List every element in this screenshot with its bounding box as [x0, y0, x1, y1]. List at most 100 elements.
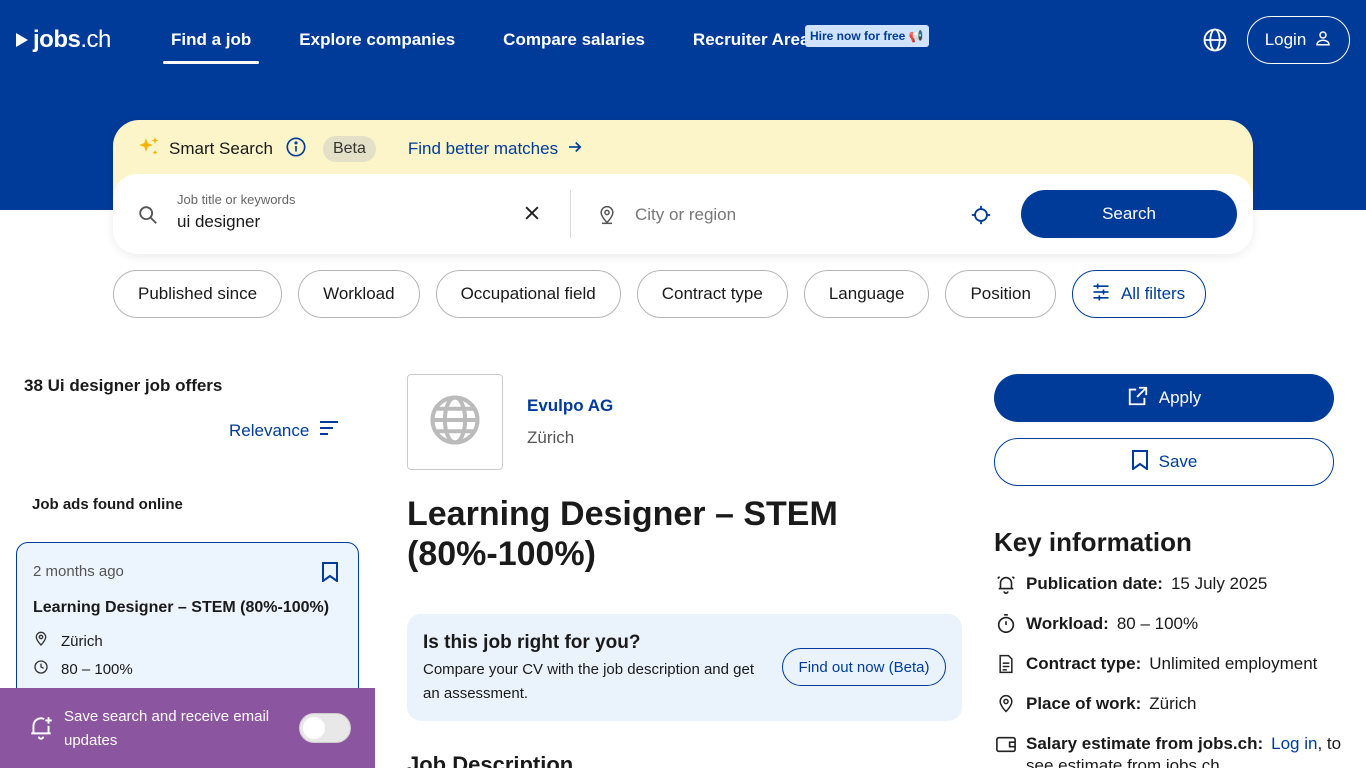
nav-compare-salaries[interactable]: Compare salaries: [495, 16, 653, 64]
workload-value: 80 – 100%: [1116, 614, 1199, 633]
fit-text: Compare your CV with the job description…: [423, 661, 755, 702]
filter-workload[interactable]: Workload: [298, 270, 420, 318]
login-label: Login: [1264, 30, 1307, 49]
email-updates-toggle[interactable]: [299, 713, 351, 743]
job-fit-box: Is this job right for you? Compare your …: [407, 614, 962, 721]
keyword-field-label: Job title or keywords: [177, 192, 296, 207]
search-divider: [570, 190, 571, 238]
results-count: 38 Ui designer job offers: [24, 376, 223, 395]
salary-more-text: see estimate from jobs.ch: [1026, 756, 1220, 768]
smart-search-label: Smart Search: [169, 139, 273, 158]
contract-label: Contract type:: [1026, 654, 1142, 673]
salary-suffix: , to: [1317, 734, 1342, 753]
find-better-matches-link[interactable]: Find better matches: [408, 138, 584, 161]
city-input[interactable]: City or region: [635, 205, 736, 225]
play-icon: [16, 33, 28, 47]
beta-badge: Beta: [322, 136, 376, 162]
user-icon: [1314, 29, 1332, 52]
search-icon: [137, 204, 159, 231]
save-label: Save: [1158, 452, 1198, 471]
search-button[interactable]: Search: [1021, 190, 1237, 238]
filter-position[interactable]: Position: [945, 270, 1056, 318]
workload-label: Workload:: [1026, 614, 1109, 633]
sort-relevance-button[interactable]: Relevance: [229, 420, 339, 441]
locate-me-icon[interactable]: [970, 204, 992, 231]
clear-icon[interactable]: [522, 203, 542, 228]
bell-icon: [994, 572, 1018, 596]
sparkle-icon: [137, 135, 161, 164]
posted-time: 2 months ago: [33, 563, 124, 580]
job-title: Learning Designer – STEM (80%-100%): [407, 495, 838, 573]
filter-occupational-field[interactable]: Occupational field: [435, 270, 621, 318]
language-globe-icon[interactable]: [1201, 26, 1229, 54]
find-better-label: Find better matches: [407, 139, 559, 158]
pin-icon: [33, 631, 49, 651]
key-info-salary: Salary estimate from jobs.ch: Log in, to: [994, 732, 1341, 756]
stopwatch-icon: [994, 612, 1018, 636]
salary-label: Salary estimate from jobs.ch:: [1026, 734, 1264, 753]
nav-recruiter-area[interactable]: Recruiter Area: [685, 16, 818, 64]
key-info-publication: Publication date: 15 July 2025: [994, 572, 1267, 596]
logo-suffix-text: .ch: [80, 26, 111, 53]
fit-heading: Is this job right for you?: [423, 632, 641, 653]
company-logo: [407, 374, 503, 470]
job-card-workload-row: 80 – 100%: [33, 659, 133, 679]
all-filters-button[interactable]: All filters: [1071, 270, 1207, 318]
save-button[interactable]: Save: [994, 438, 1334, 486]
search-card: Smart Search Beta Find better matches Jo…: [113, 120, 1253, 254]
place-label: Place of work:: [1026, 694, 1142, 713]
job-card-workload: 80 – 100%: [61, 660, 133, 678]
nav-explore-companies[interactable]: Explore companies: [291, 16, 463, 64]
bookmark-icon: [1131, 449, 1149, 475]
save-search-text: Save search and receive email updates: [64, 708, 270, 749]
find-out-now-button[interactable]: Find out now (Beta): [782, 648, 946, 686]
key-info-place: Place of work: Zürich: [994, 692, 1197, 716]
location-pin-icon: [597, 204, 617, 231]
login-button[interactable]: Login: [1247, 16, 1350, 64]
publication-value: 15 July 2025: [1170, 574, 1268, 593]
all-filters-label: All filters: [1120, 284, 1186, 303]
info-icon[interactable]: [285, 136, 307, 163]
sliders-icon: [1091, 282, 1111, 307]
apply-button[interactable]: Apply: [994, 374, 1334, 422]
section-label: Job ads found online: [32, 496, 183, 513]
main-nav: Find a job Explore companies Compare sal…: [163, 16, 849, 64]
clock-icon: [33, 659, 49, 679]
nav-find-a-job[interactable]: Find a job: [163, 16, 260, 64]
search-bar: Job title or keywords ui designer City o…: [113, 174, 1253, 254]
job-card-title: Learning Designer – STEM (80%-100%): [33, 599, 330, 616]
arrow-right-icon: [566, 138, 584, 161]
pin-icon: [994, 692, 1018, 716]
apply-label: Apply: [1158, 388, 1202, 407]
page: jobs .ch Find a job Explore companies Com…: [0, 0, 1366, 768]
save-search-banner: Save search and receive email updates: [0, 688, 375, 768]
filter-contract-type[interactable]: Contract type: [636, 270, 788, 318]
job-description-heading: Job Description: [407, 752, 574, 768]
company-name-link[interactable]: Evulpo AG: [527, 396, 613, 416]
publication-label: Publication date:: [1026, 574, 1163, 593]
filter-published-since[interactable]: Published since: [113, 270, 283, 318]
bookmark-icon[interactable]: [321, 562, 339, 587]
sort-icon: [319, 420, 339, 441]
filter-bar: Published since Workload Occupational fi…: [113, 270, 1207, 318]
jobs-ch-logo[interactable]: jobs .ch: [16, 26, 111, 54]
job-card-location: Zürich: [61, 632, 103, 650]
key-info-workload: Workload: 80 – 100%: [994, 612, 1198, 636]
globe-placeholder-icon: [428, 393, 482, 452]
hire-now-badge[interactable]: Hire now for free 📢: [805, 25, 929, 47]
company-city: Zürich: [527, 428, 575, 447]
logo-main-text: jobs: [33, 26, 81, 53]
login-link[interactable]: Log in: [1271, 734, 1317, 754]
contract-value: Unlimited employment: [1149, 654, 1318, 673]
bell-plus-icon: [28, 714, 54, 747]
keyword-input[interactable]: ui designer: [177, 212, 260, 232]
document-icon: [994, 652, 1018, 676]
sort-label: Relevance: [229, 420, 310, 440]
external-link-icon: [1127, 385, 1149, 412]
key-information-heading: Key information: [994, 527, 1192, 557]
place-value: Zürich: [1149, 694, 1197, 713]
job-card-location-row: Zürich: [33, 631, 103, 651]
smart-search-row: Smart Search Beta Find better matches: [137, 134, 584, 164]
filter-language[interactable]: Language: [803, 270, 930, 318]
key-info-contract: Contract type: Unlimited employment: [994, 652, 1317, 676]
